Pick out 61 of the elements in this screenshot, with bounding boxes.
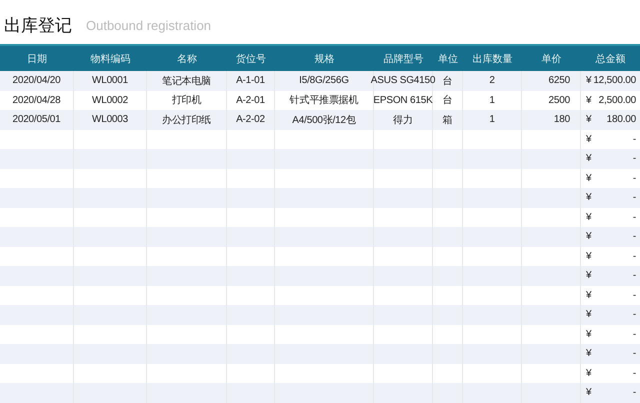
table-cell: 箱 xyxy=(433,110,463,130)
currency-sign: ¥ xyxy=(586,309,592,320)
table-cell: WL0001 xyxy=(74,71,147,90)
total-amount: - xyxy=(632,270,636,282)
currency-sign: ¥ xyxy=(586,250,592,262)
column-header: 总金额 xyxy=(594,52,626,66)
column-header: 品牌型号 xyxy=(382,52,424,66)
total-amount: 180.00 xyxy=(606,114,636,126)
total-amount: - xyxy=(632,172,636,184)
currency-sign: ¥ xyxy=(586,94,592,106)
currency-sign: ¥ xyxy=(586,270,592,282)
currency-sign: ¥ xyxy=(586,387,592,398)
table-cell: A-2-02 xyxy=(227,110,275,130)
total-amount: - xyxy=(632,134,636,145)
column-header: 货位号 xyxy=(235,52,267,66)
page-subtitle: Outbound registration xyxy=(86,18,212,32)
total-amount: - xyxy=(632,348,636,360)
total-amount: - xyxy=(632,309,636,320)
currency-sign: ¥ xyxy=(586,75,592,86)
currency-sign: ¥ xyxy=(586,290,592,301)
currency-sign: ¥ xyxy=(586,328,592,340)
total-amount: - xyxy=(632,153,636,164)
table-cell: 6250 xyxy=(522,71,581,90)
column-header: 物料编码 xyxy=(90,52,132,66)
currency-sign: ¥ xyxy=(586,153,592,164)
table-cell: 180 xyxy=(522,110,581,130)
column-header: 日期 xyxy=(26,52,48,66)
table-cell: 得力 xyxy=(374,110,433,130)
total-amount: - xyxy=(632,290,636,301)
column-header: 出库数量 xyxy=(472,52,514,66)
total-amount: - xyxy=(632,250,636,262)
total-amount: - xyxy=(632,328,636,340)
column-header: 单位 xyxy=(437,52,459,66)
table-cell: 办公打印纸 xyxy=(147,110,227,130)
column-header: 单价 xyxy=(540,52,562,66)
table-cell: WL0003 xyxy=(74,110,147,130)
total-amount: - xyxy=(632,212,636,223)
total-amount: - xyxy=(632,231,636,242)
table-cell: A4/500张/12包 xyxy=(275,110,374,130)
currency-sign: ¥ xyxy=(586,172,592,184)
table-cell: 1 xyxy=(463,110,522,130)
column-header: 名称 xyxy=(176,52,198,66)
page-title: 出库登记 xyxy=(4,14,72,36)
currency-sign: ¥ xyxy=(586,114,592,126)
currency-sign: ¥ xyxy=(586,134,592,145)
column-header: 规格 xyxy=(314,52,336,66)
table-cell: 2020/05/01 xyxy=(0,110,74,130)
table-cell: 2 xyxy=(463,71,522,90)
table-cell: A-1-01 xyxy=(227,71,275,90)
total-amount: - xyxy=(632,368,636,379)
total-amount: 2,500.00 xyxy=(598,94,636,106)
currency-sign: ¥ xyxy=(586,348,592,360)
total-amount: 12,500.00 xyxy=(593,75,636,86)
currency-sign: ¥ xyxy=(586,212,592,223)
currency-sign: ¥ xyxy=(586,192,592,204)
table-cell: 2020/04/20 xyxy=(0,71,74,90)
total-amount: - xyxy=(632,192,636,204)
currency-sign: ¥ xyxy=(586,231,592,242)
currency-sign: ¥ xyxy=(586,368,592,379)
table-cell: 笔记本电脑 xyxy=(147,71,227,90)
total-amount: - xyxy=(632,387,636,398)
